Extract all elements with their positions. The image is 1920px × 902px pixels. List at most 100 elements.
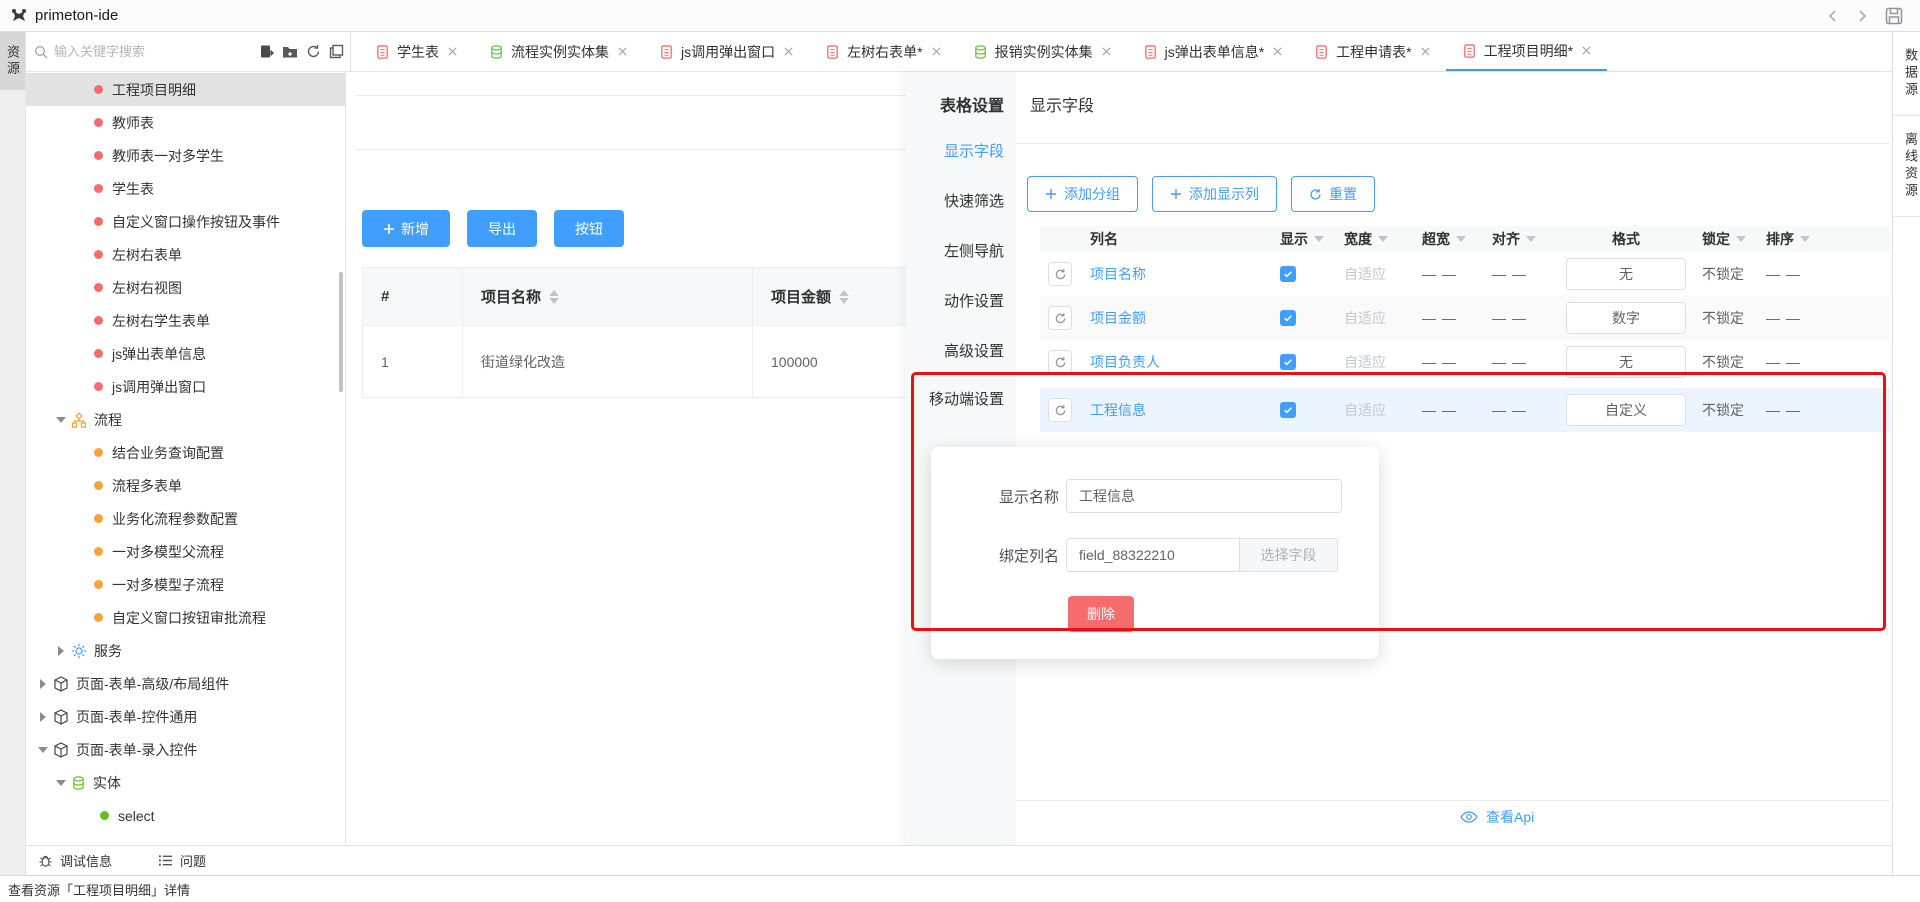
tree-item-22[interactable]: 实体 <box>26 766 345 799</box>
visible-checkbox[interactable] <box>1280 266 1296 282</box>
close-icon[interactable] <box>932 47 941 56</box>
chevron-down-icon[interactable] <box>38 745 48 755</box>
swap-field-button[interactable] <box>1048 262 1072 286</box>
tree-item-6[interactable]: 左树右表单 <box>26 238 345 271</box>
menu-item-quick-filter[interactable]: 快速筛选 <box>944 190 1004 211</box>
rail-tab-resources[interactable]: 资源 <box>0 32 25 90</box>
menu-item-advanced[interactable]: 高级设置 <box>944 340 1004 361</box>
col-header-width[interactable]: 宽度 <box>1336 229 1414 249</box>
width-value[interactable]: 自适应 <box>1344 400 1386 420</box>
chevron-right-icon[interactable] <box>38 712 48 722</box>
add-folder-icon[interactable] <box>282 45 298 59</box>
sort-value[interactable]: — — <box>1766 354 1801 370</box>
lock-value[interactable]: 不锁定 <box>1702 352 1744 372</box>
overwide-value[interactable]: — — <box>1422 310 1457 326</box>
tree-item-15[interactable]: 一对多模型父流程 <box>26 535 345 568</box>
field-row-1[interactable]: 项目名称 自适应 — — — — 无 不锁定 — — <box>1040 252 1890 296</box>
menu-item-left-nav[interactable]: 左侧导航 <box>944 240 1004 261</box>
debug-info-tab[interactable]: 调试信息 <box>38 851 112 870</box>
swap-field-button[interactable] <box>1048 350 1072 374</box>
tab-7[interactable]: 工程申请表* <box>1298 32 1445 71</box>
tree-item-20[interactable]: 页面-表单-控件通用 <box>26 700 345 733</box>
tree-item-13[interactable]: 流程多表单 <box>26 469 345 502</box>
col-amount-header[interactable]: 项目金额 <box>753 268 906 325</box>
sort-value[interactable]: — — <box>1766 310 1801 326</box>
collapse-all-icon[interactable] <box>329 44 344 59</box>
tab-6[interactable]: js弹出表单信息* <box>1127 32 1299 71</box>
column-name-link[interactable]: 工程信息 <box>1090 400 1146 420</box>
column-name-link[interactable]: 项目金额 <box>1090 308 1146 328</box>
tab-3[interactable]: js调用弹出窗口 <box>643 32 809 71</box>
tree-item-2[interactable]: 教师表 <box>26 106 345 139</box>
chevron-down-icon[interactable] <box>56 778 66 788</box>
visible-checkbox[interactable] <box>1280 402 1296 418</box>
tab-1[interactable]: 学生表 <box>359 32 473 71</box>
save-icon[interactable] <box>1884 6 1904 26</box>
custom-button[interactable]: 按钮 <box>554 210 624 247</box>
col-name-header[interactable]: 项目名称 <box>463 268 753 325</box>
tab-8-active[interactable]: 工程项目明细* <box>1446 32 1607 71</box>
width-value[interactable]: 自适应 <box>1344 264 1386 284</box>
chevron-down-icon[interactable] <box>56 415 66 425</box>
tree-item-12[interactable]: 结合业务查询配置 <box>26 436 345 469</box>
display-name-input[interactable] <box>1066 479 1342 513</box>
field-row-3[interactable]: 项目负责人 自适应 — — — — 无 不锁定 — — <box>1040 340 1890 384</box>
tree-item-19[interactable]: 页面-表单-高级/布局组件 <box>26 667 345 700</box>
add-display-column-button[interactable]: 添加显示列 <box>1152 176 1277 212</box>
tree-item-21[interactable]: 页面-表单-录入控件 <box>26 733 345 766</box>
lock-value[interactable]: 不锁定 <box>1702 264 1744 284</box>
format-select[interactable]: 无 <box>1566 258 1686 290</box>
sort-value[interactable]: — — <box>1766 266 1801 282</box>
tree-item-4[interactable]: 学生表 <box>26 172 345 205</box>
sort-value[interactable]: — — <box>1766 402 1801 418</box>
chevron-right-icon[interactable] <box>38 679 48 689</box>
import-resource-icon[interactable] <box>259 44 274 59</box>
format-select[interactable]: 自定义 <box>1566 394 1686 426</box>
sort-icon[interactable] <box>549 290 559 304</box>
delete-button[interactable]: 删除 <box>1068 596 1134 632</box>
tree-item-9[interactable]: js弹出表单信息 <box>26 337 345 370</box>
rail-tab-offline-resources[interactable]: 离线资源 <box>1893 116 1920 217</box>
column-name-link[interactable]: 项目负责人 <box>1090 352 1160 372</box>
nav-back-icon[interactable] <box>1826 9 1840 23</box>
visible-checkbox[interactable] <box>1280 354 1296 370</box>
align-value[interactable]: — — <box>1492 354 1527 370</box>
close-icon[interactable] <box>618 47 627 56</box>
close-icon[interactable] <box>784 47 793 56</box>
col-header-lock[interactable]: 锁定 <box>1694 229 1758 249</box>
field-row-2[interactable]: 项目金额 自适应 — — — — 数字 不锁定 — — <box>1040 296 1890 340</box>
swap-field-button[interactable] <box>1048 398 1072 422</box>
overwide-value[interactable]: — — <box>1422 266 1457 282</box>
sidebar-scrollbar[interactable] <box>339 272 343 392</box>
view-api-link[interactable]: 查看Api <box>1460 807 1534 827</box>
select-field-button[interactable]: 选择字段 <box>1240 538 1338 572</box>
close-icon[interactable] <box>1582 46 1591 55</box>
tree-item-7[interactable]: 左树右视图 <box>26 271 345 304</box>
problems-tab[interactable]: 问题 <box>158 851 206 870</box>
table-row[interactable]: 1 街道绿化改造 100000 <box>363 326 906 398</box>
width-value[interactable]: 自适应 <box>1344 308 1386 328</box>
col-header-align[interactable]: 对齐 <box>1484 229 1558 249</box>
menu-item-mobile[interactable]: 移动端设置 <box>929 388 1004 409</box>
add-button[interactable]: 新增 <box>362 210 450 247</box>
refresh-icon[interactable] <box>306 44 321 59</box>
tree-item-16[interactable]: 一对多模型子流程 <box>26 568 345 601</box>
nav-forward-icon[interactable] <box>1855 9 1869 23</box>
tree-item-5[interactable]: 自定义窗口操作按钮及事件 <box>26 205 345 238</box>
add-group-button[interactable]: 添加分组 <box>1027 176 1138 212</box>
tab-5[interactable]: 报销实例实体集 <box>957 32 1127 71</box>
col-header-overwide[interactable]: 超宽 <box>1414 229 1484 249</box>
format-select[interactable]: 数字 <box>1566 302 1686 334</box>
tree-item-8[interactable]: 左树右学生表单 <box>26 304 345 337</box>
menu-item-action-config[interactable]: 动作设置 <box>944 290 1004 311</box>
tree-item-11[interactable]: 流程 <box>26 403 345 436</box>
tree-item-10[interactable]: js调用弹出窗口 <box>26 370 345 403</box>
chevron-right-icon[interactable] <box>56 646 66 656</box>
close-icon[interactable] <box>448 47 457 56</box>
col-header-sort[interactable]: 排序 <box>1758 229 1828 249</box>
tree-item-14[interactable]: 业务化流程参数配置 <box>26 502 345 535</box>
visible-checkbox[interactable] <box>1280 310 1296 326</box>
search-input[interactable] <box>54 44 253 59</box>
lock-value[interactable]: 不锁定 <box>1702 400 1744 420</box>
align-value[interactable]: — — <box>1492 402 1527 418</box>
